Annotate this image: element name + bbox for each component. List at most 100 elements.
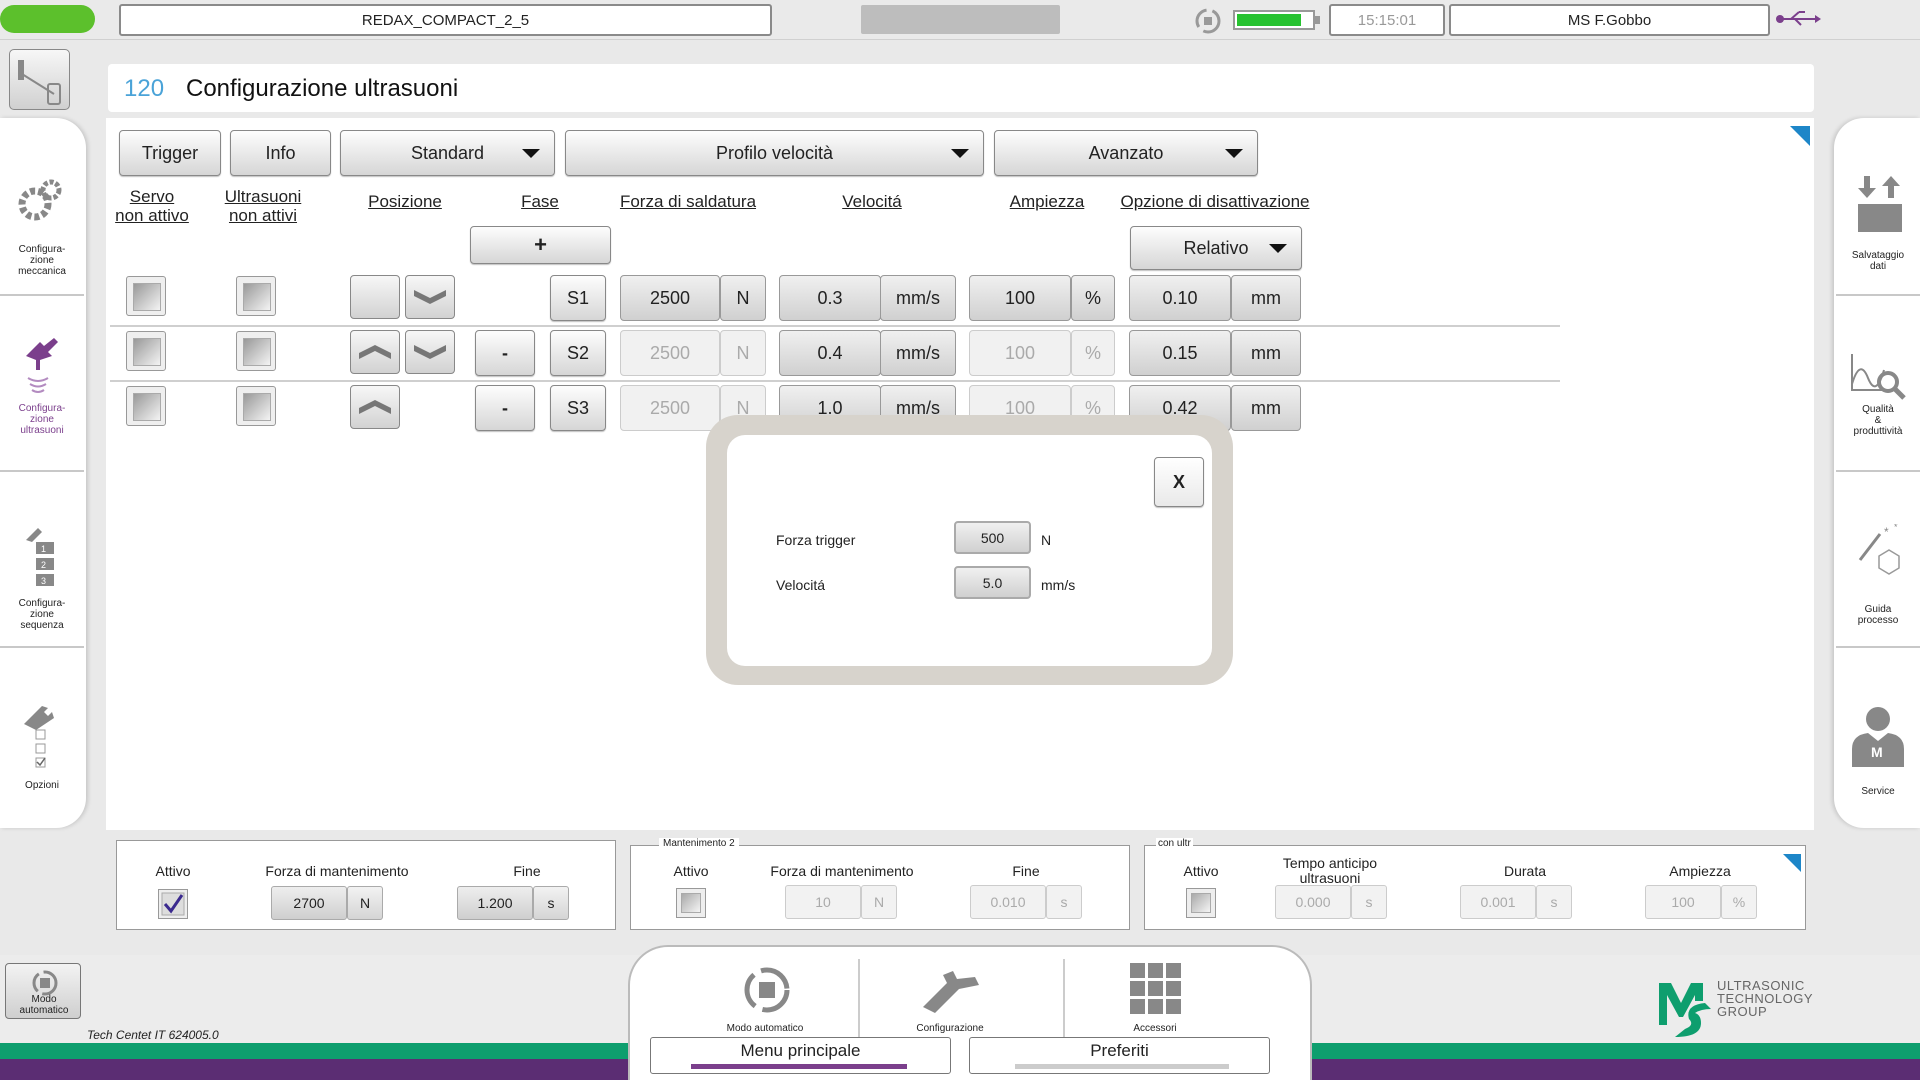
position-down-button[interactable] (405, 275, 455, 319)
gears-icon (18, 179, 62, 221)
sidebar-item-label: Guida processo (1857, 604, 1899, 626)
deactivation-unit: mm (1231, 275, 1301, 321)
nav-accessori[interactable]: Accessori (1080, 961, 1230, 1041)
tempo-anticipo-label: Tempo anticipo ultrasuoni (1282, 855, 1378, 886)
deactivation-unit: mm (1231, 385, 1301, 431)
col-header-forza: Forza di saldatura (619, 192, 757, 211)
sidebar-item-salvataggio[interactable]: Salvataggio dati (1836, 158, 1920, 293)
velocita-unit: mm/s (1041, 577, 1076, 593)
nav-label: Configurazione (916, 1023, 984, 1034)
phase-button[interactable]: S3 (550, 385, 606, 431)
speed-value[interactable]: 0.4 (779, 330, 881, 376)
sidebar-item-config-meccanica[interactable]: Configura- zione meccanica (0, 158, 84, 293)
forza-trigger-value[interactable]: 500 (954, 521, 1031, 554)
relativo-dropdown[interactable]: Relativo (1130, 226, 1302, 270)
svg-text:2: 2 (41, 560, 46, 570)
panel-legend: con ultr (1156, 838, 1193, 849)
sidebar-item-config-ultrasuoni[interactable]: Configura- zione ultrasuoni (0, 298, 84, 468)
row-divider (110, 380, 1560, 382)
force-value[interactable]: 2500 (620, 275, 720, 321)
phase-button[interactable]: S2 (550, 330, 606, 376)
ultrasuoni-checkbox[interactable] (236, 276, 276, 316)
checkmark-icon (161, 892, 185, 916)
tempo-anticipo-unit: s (1351, 885, 1387, 919)
deactivation-unit: mm (1231, 330, 1301, 376)
ampiezza-unit: % (1721, 885, 1757, 919)
ampiezza-value: 100 (1645, 885, 1721, 919)
nav-configurazione[interactable]: Configurazione (875, 961, 1025, 1041)
servo-checkbox[interactable] (126, 276, 166, 316)
servo-checkbox[interactable] (126, 386, 166, 426)
info-button[interactable]: Info (230, 130, 331, 176)
fine-value[interactable]: 1.200 (457, 886, 533, 920)
svg-text:M: M (1871, 744, 1883, 760)
sidebar-item-label: Qualità & produttività (1853, 404, 1903, 437)
amplitude-value[interactable]: 100 (969, 275, 1071, 321)
durata-label: Durata (1503, 863, 1547, 879)
sidebar-item-guida[interactable]: * * Guida processo (1836, 474, 1920, 644)
speed-value[interactable]: 0.3 (779, 275, 881, 321)
position-up-button[interactable] (350, 385, 400, 429)
forza-mantenimento-value[interactable]: 2700 (271, 886, 347, 920)
service-person-icon: M (1852, 707, 1904, 767)
force-unit: N (720, 330, 766, 376)
sidebar-item-label: Configura- zione sequenza (18, 598, 66, 631)
sidebar-item-config-sequenza[interactable]: 1 2 3 Configura- zione sequenza (0, 474, 84, 644)
company-logo: ULTRASONIC TECHNOLOGY GROUP (1655, 975, 1815, 1040)
profilo-velocita-dropdown[interactable]: Profilo velocità (565, 130, 984, 176)
menu-principale-button[interactable]: Menu principale (650, 1037, 951, 1074)
trigger-dialog: X Forza trigger 500 N Velocitá 5.0 mm/s (706, 415, 1233, 685)
servo-checkbox[interactable] (126, 331, 166, 371)
standard-label: Standard (410, 142, 485, 163)
velocita-label: Velocitá (776, 577, 826, 593)
attivo-checkbox[interactable] (676, 888, 706, 918)
close-button[interactable]: X (1154, 457, 1204, 507)
modo-automatico-button[interactable]: Modo automatico (5, 963, 81, 1019)
force-value: 2500 (620, 330, 720, 376)
position-up-button[interactable] (350, 330, 400, 374)
modo-automatico-label: Modo automatico (19, 994, 69, 1016)
remove-phase-button[interactable]: - (475, 330, 535, 376)
nav-modo-automatico[interactable]: Modo automatico (690, 961, 840, 1041)
forza-mantenimento-label: Forza di mantenimento (265, 863, 409, 879)
attivo-checkbox[interactable] (158, 889, 188, 919)
phase-button[interactable]: S1 (550, 275, 606, 321)
add-phase-button[interactable]: + (470, 226, 611, 264)
col-header-velocita: Velocitá (842, 192, 902, 211)
remove-phase-button[interactable]: - (475, 385, 535, 431)
page-title-bar: 120 Configurazione ultrasuoni (108, 64, 1814, 112)
profilo-label: Profilo velocità (715, 142, 834, 163)
standard-dropdown[interactable]: Standard (340, 130, 555, 176)
ultrasuoni-checkbox[interactable] (236, 331, 276, 371)
quality-chart-icon (1851, 354, 1906, 400)
home-device-button[interactable] (9, 49, 70, 110)
nav-label: Accessori (1133, 1023, 1177, 1034)
avanzato-dropdown[interactable]: Avanzato (994, 130, 1258, 176)
amplitude-unit: % (1071, 275, 1115, 321)
sidebar-item-qualita[interactable]: Qualità & produttività (1836, 298, 1920, 468)
trigger-button[interactable]: Trigger (119, 130, 221, 176)
position-blank-button[interactable] (350, 275, 400, 319)
position-down-button[interactable] (405, 330, 455, 374)
amplitude-value: 100 (969, 330, 1071, 376)
svg-text:3: 3 (41, 576, 46, 586)
machine-name-field[interactable]: REDAX_COMPACT_2_5 (119, 4, 772, 36)
fine-unit: s (533, 886, 569, 920)
avanzato-label: Avanzato (1088, 142, 1164, 163)
attivo-checkbox[interactable] (1186, 888, 1216, 918)
velocita-value[interactable]: 5.0 (954, 566, 1031, 599)
sidebar-item-service[interactable]: M Service (1836, 650, 1920, 820)
attivo-label: Attivo (673, 863, 709, 879)
options-checklist-icon (24, 706, 54, 768)
corner-marker (1790, 126, 1810, 146)
ultrasuoni-checkbox[interactable] (236, 386, 276, 426)
user-field[interactable]: MS F.Gobbo (1449, 4, 1770, 36)
sidebar-item-opzioni[interactable]: Opzioni (0, 650, 84, 820)
preferiti-button[interactable]: Preferiti (969, 1037, 1270, 1074)
deactivation-value[interactable]: 0.10 (1129, 275, 1231, 321)
forza-mantenimento-value: 10 (785, 885, 861, 919)
durata-unit: s (1536, 885, 1572, 919)
chevron-down-icon (414, 290, 446, 304)
deactivation-value[interactable]: 0.15 (1129, 330, 1231, 376)
sidebar-item-label: Configura- zione ultrasuoni (18, 403, 66, 436)
